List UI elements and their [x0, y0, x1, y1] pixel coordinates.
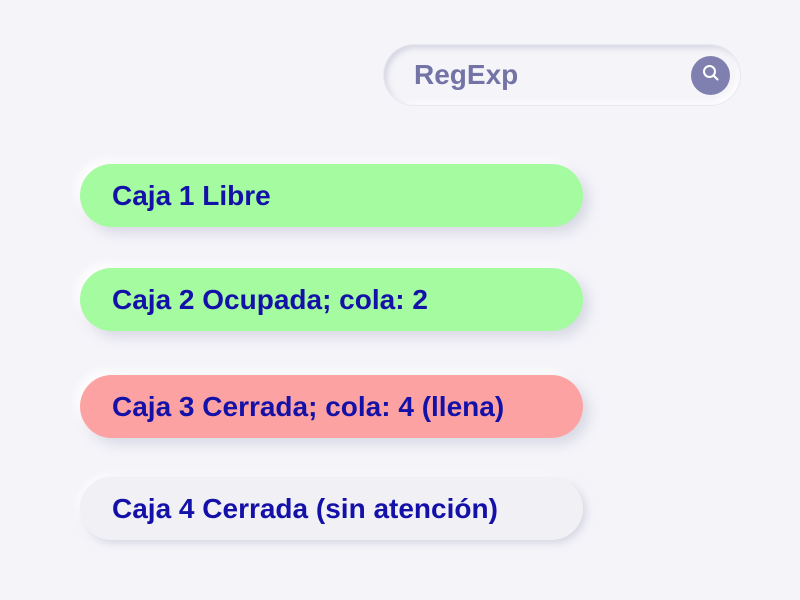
search-bar[interactable] [384, 45, 740, 105]
checkout-box-label: Caja 3 Cerrada; cola: 4 (llena) [112, 390, 505, 422]
checkout-box-3[interactable]: Caja 3 Cerrada; cola: 4 (llena) [80, 375, 583, 438]
checkout-box-1[interactable]: Caja 1 Libre [80, 164, 583, 227]
checkout-box-label: Caja 4 Cerrada (sin atención) [112, 492, 498, 524]
checkout-box-label: Caja 2 Ocupada; cola: 2 [112, 283, 428, 315]
search-button[interactable] [691, 56, 730, 95]
checkout-box-label: Caja 1 Libre [112, 179, 271, 211]
checkout-box-4[interactable]: Caja 4 Cerrada (sin atención) [80, 477, 583, 540]
search-icon [701, 63, 721, 88]
checkout-box-2[interactable]: Caja 2 Ocupada; cola: 2 [80, 268, 583, 331]
search-input[interactable] [414, 45, 684, 105]
